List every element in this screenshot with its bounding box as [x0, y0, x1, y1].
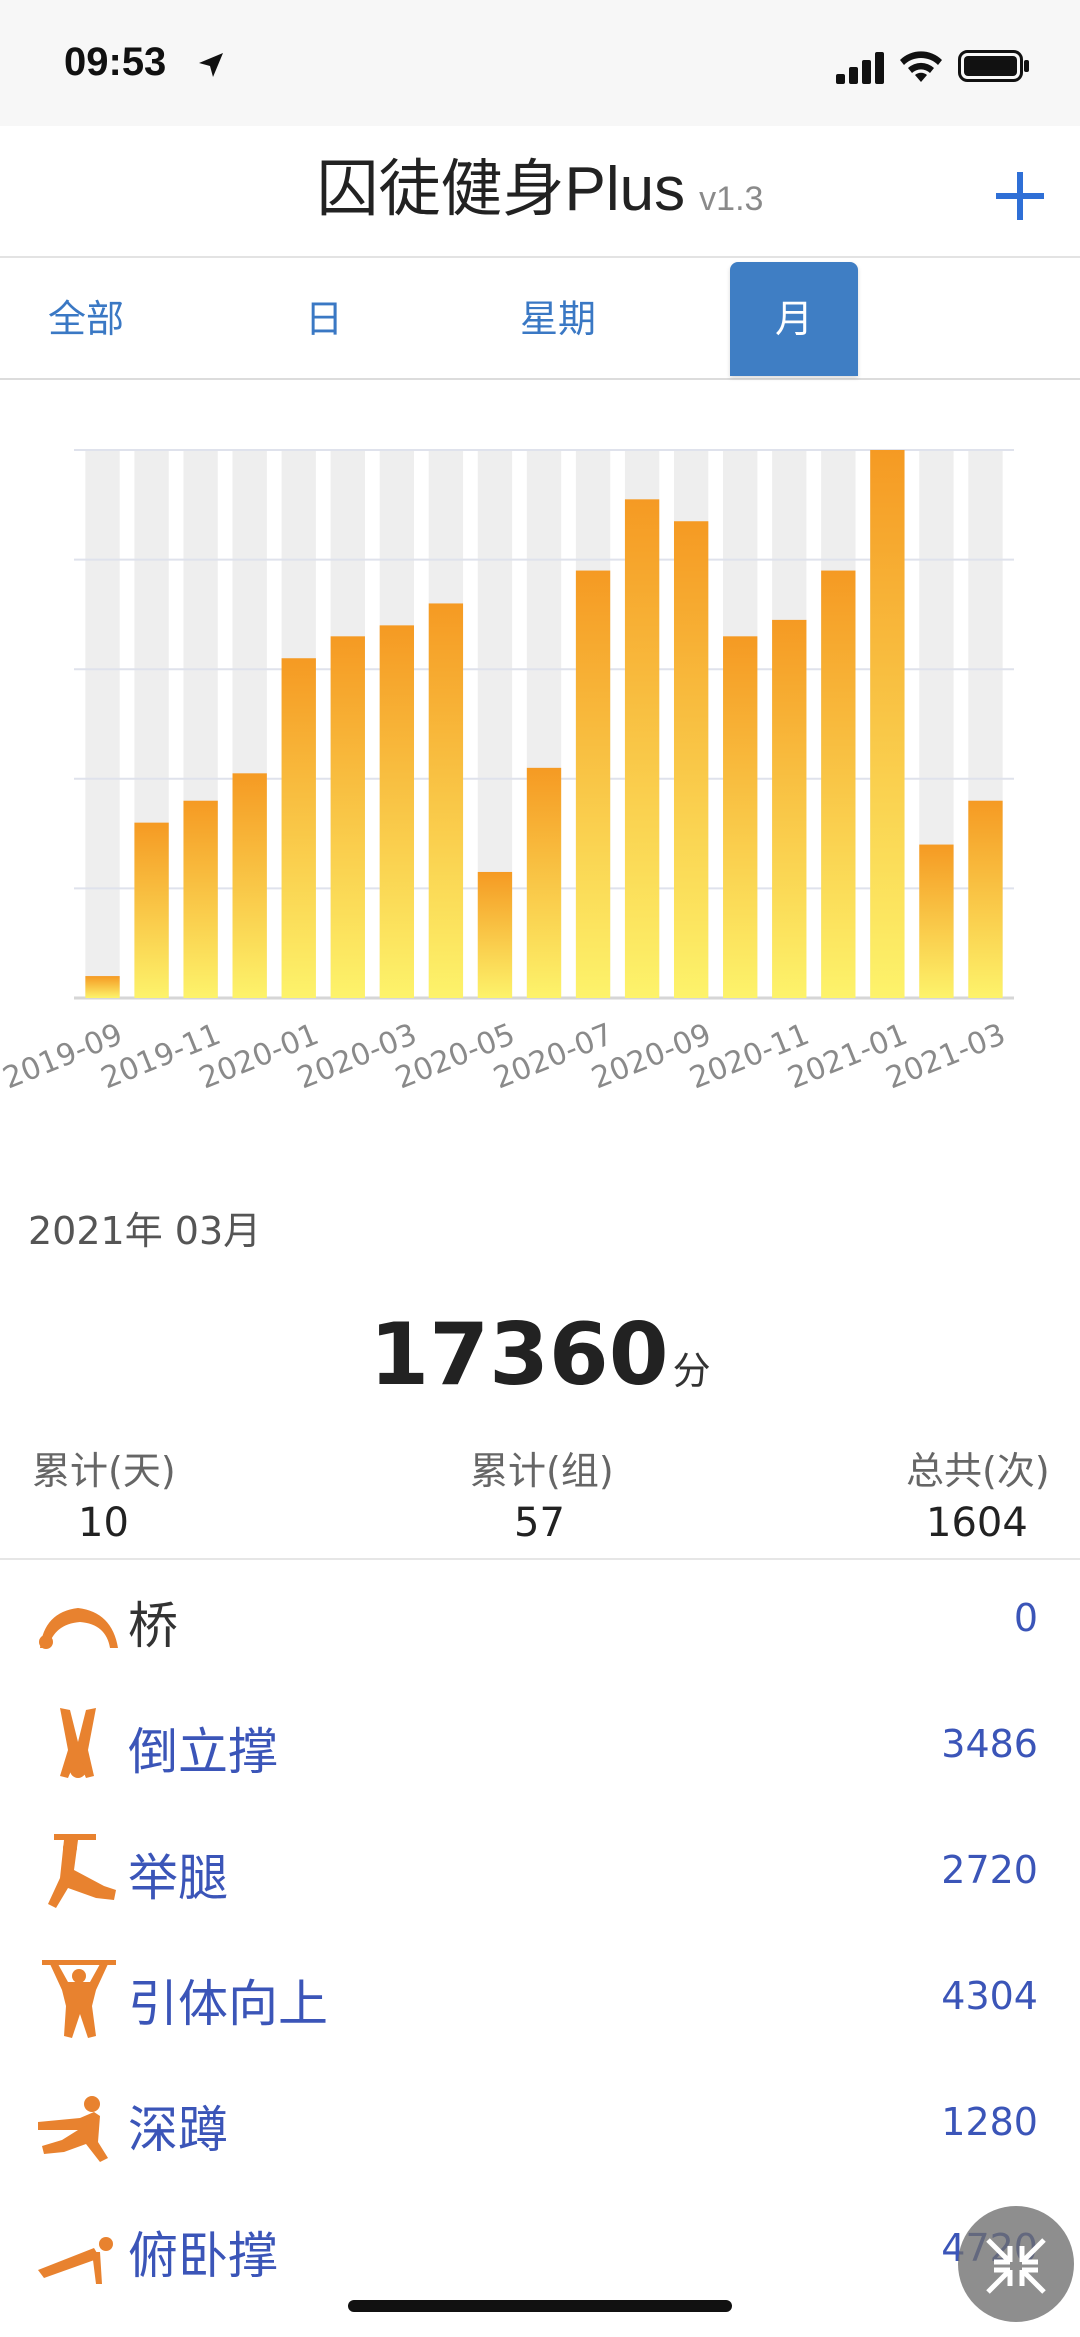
stat-sets-value: 57: [514, 1500, 565, 1546]
exercise-count: 3486: [941, 1722, 1038, 1766]
bridge-icon: [39, 1608, 118, 1649]
home-indicator: [348, 2300, 732, 2312]
app-header: 囚徒健身Plus v1.3: [0, 126, 1080, 258]
cellular-signal-icon: [836, 52, 884, 84]
list-item-squat[interactable]: 深蹲 1280: [0, 2060, 1080, 2186]
exercise-name: 俯卧撑: [128, 2227, 278, 2285]
period-label: 2021年 03月: [28, 1209, 262, 1253]
bar-2020-01[interactable]: [281, 658, 316, 998]
tab-day[interactable]: 日: [238, 262, 410, 376]
list-item-bridge[interactable]: 桥 0: [0, 1556, 1080, 1682]
bar-2021-03[interactable]: [968, 800, 1003, 998]
exercise-name: 倒立撑: [128, 1723, 278, 1781]
stat-days-value: 10: [78, 1500, 129, 1546]
exercise-count: 2720: [941, 1848, 1038, 1892]
exercise-name: 引体向上: [128, 1975, 328, 2033]
page-title: 囚徒健身Plus v1.3: [0, 138, 1080, 228]
list-item-leg-raise[interactable]: 举腿 2720: [0, 1808, 1080, 1934]
squat-icon: [38, 2096, 108, 2162]
add-button[interactable]: [990, 166, 1050, 226]
tab-week[interactable]: 星期: [472, 262, 644, 376]
bar-2020-07[interactable]: [575, 570, 611, 998]
battery-icon: [958, 50, 1029, 82]
bar-chart: 2019-092019-112020-012020-032020-052020-…: [0, 449, 1014, 1096]
exercise-name: 深蹲: [128, 2101, 228, 2159]
stat-days-label: 累计(天): [32, 1449, 176, 1493]
pushup-icon: [38, 2237, 113, 2284]
bar-2020-08[interactable]: [624, 499, 660, 998]
bar-2020-03[interactable]: [379, 625, 415, 998]
period-tab-bar: 全部 日 星期 月: [0, 258, 1080, 380]
collapse-arrows-icon: [986, 2238, 1046, 2294]
bar-2019-09[interactable]: [85, 976, 120, 998]
exercise-name: 桥: [128, 1597, 178, 1655]
bar-2020-05[interactable]: [477, 871, 513, 998]
handstand-icon: [60, 1708, 96, 1778]
bar-2019-12[interactable]: [232, 773, 267, 998]
exercise-name: 举腿: [128, 1849, 228, 1907]
bar-2019-10[interactable]: [134, 822, 169, 998]
bar-2020-11[interactable]: [772, 619, 807, 998]
leg-raise-icon: [48, 1834, 116, 1908]
tab-month[interactable]: 月: [730, 262, 858, 376]
bar-2021-02[interactable]: [919, 844, 954, 998]
bar-2020-02[interactable]: [330, 636, 365, 998]
list-item-pullup[interactable]: 引体向上 4304: [0, 1934, 1080, 2060]
bar-2020-06[interactable]: [526, 767, 562, 998]
total-score: 17360 分: [0, 1305, 1080, 1405]
bar-2020-12[interactable]: [821, 570, 856, 998]
status-bar: 09:53: [0, 0, 1080, 126]
exercise-count: 0: [1013, 1596, 1038, 1640]
tab-all[interactable]: 全部: [0, 262, 172, 376]
floating-action-button[interactable]: [958, 2206, 1074, 2322]
bar-2020-10[interactable]: [723, 636, 758, 998]
score-value: 17360: [369, 1305, 669, 1405]
exercise-count: 1280: [941, 2100, 1038, 2144]
app-version: v1.3: [699, 180, 764, 218]
wifi-icon: [900, 51, 942, 82]
app-title-text: 囚徒健身Plus: [316, 155, 686, 224]
stat-reps-value: 1604: [926, 1500, 1028, 1546]
bar-2020-04[interactable]: [428, 603, 464, 998]
monthly-score-chart: 2019-09 2019-11 2020-01 2020-03 2020-05 2020-…: [0, 380, 1080, 1140]
bar-2020-09[interactable]: [673, 521, 709, 998]
bar-2021-01[interactable]: [870, 450, 905, 998]
list-item-handstand[interactable]: 倒立撑 3486: [0, 1682, 1080, 1808]
bar-track: [85, 450, 120, 998]
score-unit: 分: [672, 1349, 711, 1393]
stat-sets-label: 累计(组): [470, 1449, 614, 1493]
exercise-count: 4304: [941, 1974, 1038, 2018]
location-arrow-icon: [199, 53, 223, 77]
stat-reps-label: 总共(次): [906, 1449, 1050, 1493]
status-time: 09:53: [64, 40, 167, 84]
pullup-icon: [42, 1960, 116, 2038]
bar-2019-11[interactable]: [183, 800, 218, 998]
list-item-pushup[interactable]: 俯卧撑 4720: [0, 2186, 1080, 2312]
